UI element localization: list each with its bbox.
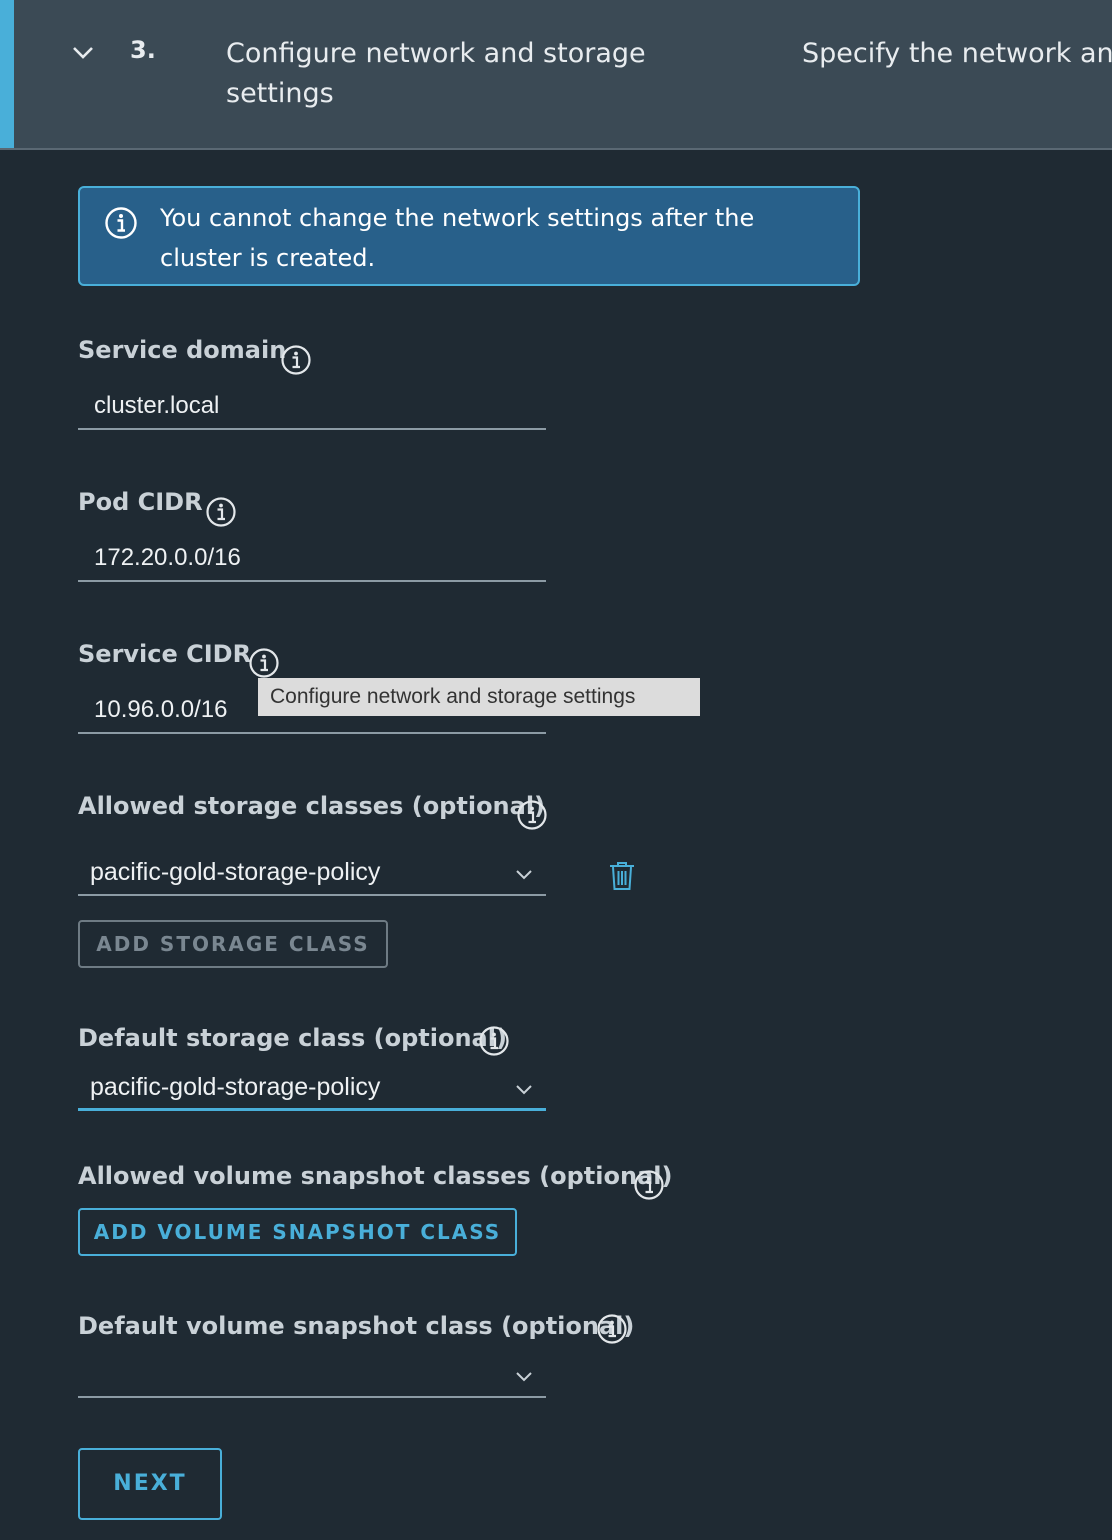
- info-icon[interactable]: [596, 1313, 628, 1345]
- default-volume-snapshot-class-select[interactable]: [78, 1354, 546, 1398]
- chevron-down-icon[interactable]: [70, 40, 96, 66]
- default-volume-snapshot-class-label: Default volume snapshot class (optional): [78, 1312, 635, 1340]
- service-cidr-label: Service CIDR: [78, 640, 252, 668]
- info-alert: You cannot change the network settings a…: [78, 186, 860, 286]
- step-accent-bar: [0, 0, 14, 148]
- allowed-storage-class-select[interactable]: pacific-gold-storage-policy: [78, 852, 546, 896]
- pod-cidr-input[interactable]: 172.20.0.0/16: [78, 538, 546, 582]
- allowed-storage-class-value: pacific-gold-storage-policy: [90, 858, 381, 886]
- step-description: Specify the network an: [802, 38, 1112, 69]
- service-domain-input[interactable]: cluster.local: [78, 386, 546, 430]
- service-domain-label: Service domain: [78, 336, 287, 364]
- info-icon: [105, 207, 137, 239]
- info-icon[interactable]: [280, 344, 312, 376]
- chevron-down-icon: [516, 1372, 532, 1382]
- info-icon[interactable]: [516, 799, 548, 831]
- chevron-down-icon: [516, 1085, 532, 1095]
- tooltip: Configure network and storage settings: [258, 678, 700, 716]
- alert-text: You cannot change the network settings a…: [160, 204, 755, 272]
- info-icon[interactable]: [205, 496, 237, 528]
- trash-icon[interactable]: [608, 860, 636, 892]
- info-icon[interactable]: [248, 647, 280, 679]
- allowed-storage-classes-label: Allowed storage classes (optional): [78, 792, 546, 820]
- info-icon[interactable]: [478, 1025, 510, 1057]
- add-storage-class-button[interactable]: ADD STORAGE CLASS: [78, 920, 388, 968]
- step-title: Configure network and storage settings: [226, 38, 646, 109]
- default-storage-class-value: pacific-gold-storage-policy: [90, 1073, 381, 1101]
- pod-cidr-label: Pod CIDR: [78, 488, 203, 516]
- next-button[interactable]: NEXT: [78, 1448, 222, 1520]
- add-volume-snapshot-class-button[interactable]: ADD VOLUME SNAPSHOT CLASS: [78, 1208, 517, 1256]
- step-header[interactable]: 3. Configure network and storage setting…: [0, 0, 1112, 150]
- default-storage-class-label: Default storage class (optional): [78, 1024, 507, 1052]
- default-storage-class-select[interactable]: pacific-gold-storage-policy: [78, 1067, 546, 1111]
- allowed-volume-snapshot-classes-label: Allowed volume snapshot classes (optiona…: [78, 1162, 673, 1190]
- info-icon[interactable]: [633, 1169, 665, 1201]
- page: 3. Configure network and storage setting…: [0, 0, 1112, 1540]
- step-number: 3.: [130, 36, 156, 64]
- chevron-down-icon: [516, 870, 532, 880]
